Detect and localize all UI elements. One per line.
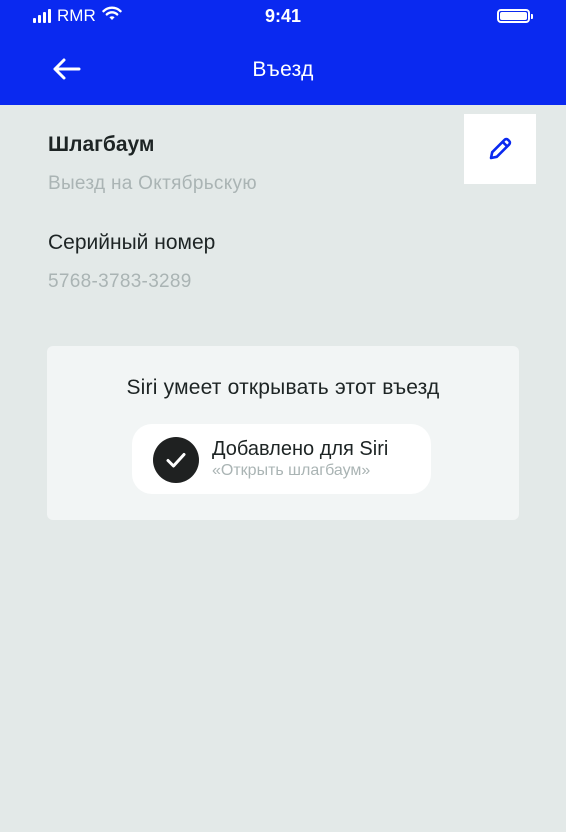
app-header: RMR 9:41 Въезд: [0, 0, 566, 105]
siri-card-title: Siri умеет открывать этот въезд: [126, 376, 440, 399]
status-bar: RMR 9:41: [0, 0, 566, 34]
barrier-label: Шлагбаум: [48, 133, 155, 156]
siri-added-label: Добавлено для Siri: [212, 438, 389, 460]
barrier-value: Выезд на Октябрьскую: [48, 173, 257, 194]
page-title: Въезд: [252, 58, 314, 81]
siri-shortcut-button[interactable]: Добавлено для Siri «Открыть шлагбаум»: [132, 424, 431, 494]
siri-phrase: «Открыть шлагбаум»: [212, 462, 371, 479]
serial-label: Серийный номер: [48, 231, 216, 254]
siri-card: Siri умеет открывать этот въезд Добавлен…: [47, 346, 519, 520]
status-time: 9:41: [264, 6, 302, 26]
serial-value: 5768-3783-3289: [48, 271, 192, 292]
battery-icon: [497, 9, 533, 23]
edit-button[interactable]: [464, 114, 536, 184]
check-icon: [153, 437, 199, 483]
pencil-icon: [489, 137, 512, 160]
